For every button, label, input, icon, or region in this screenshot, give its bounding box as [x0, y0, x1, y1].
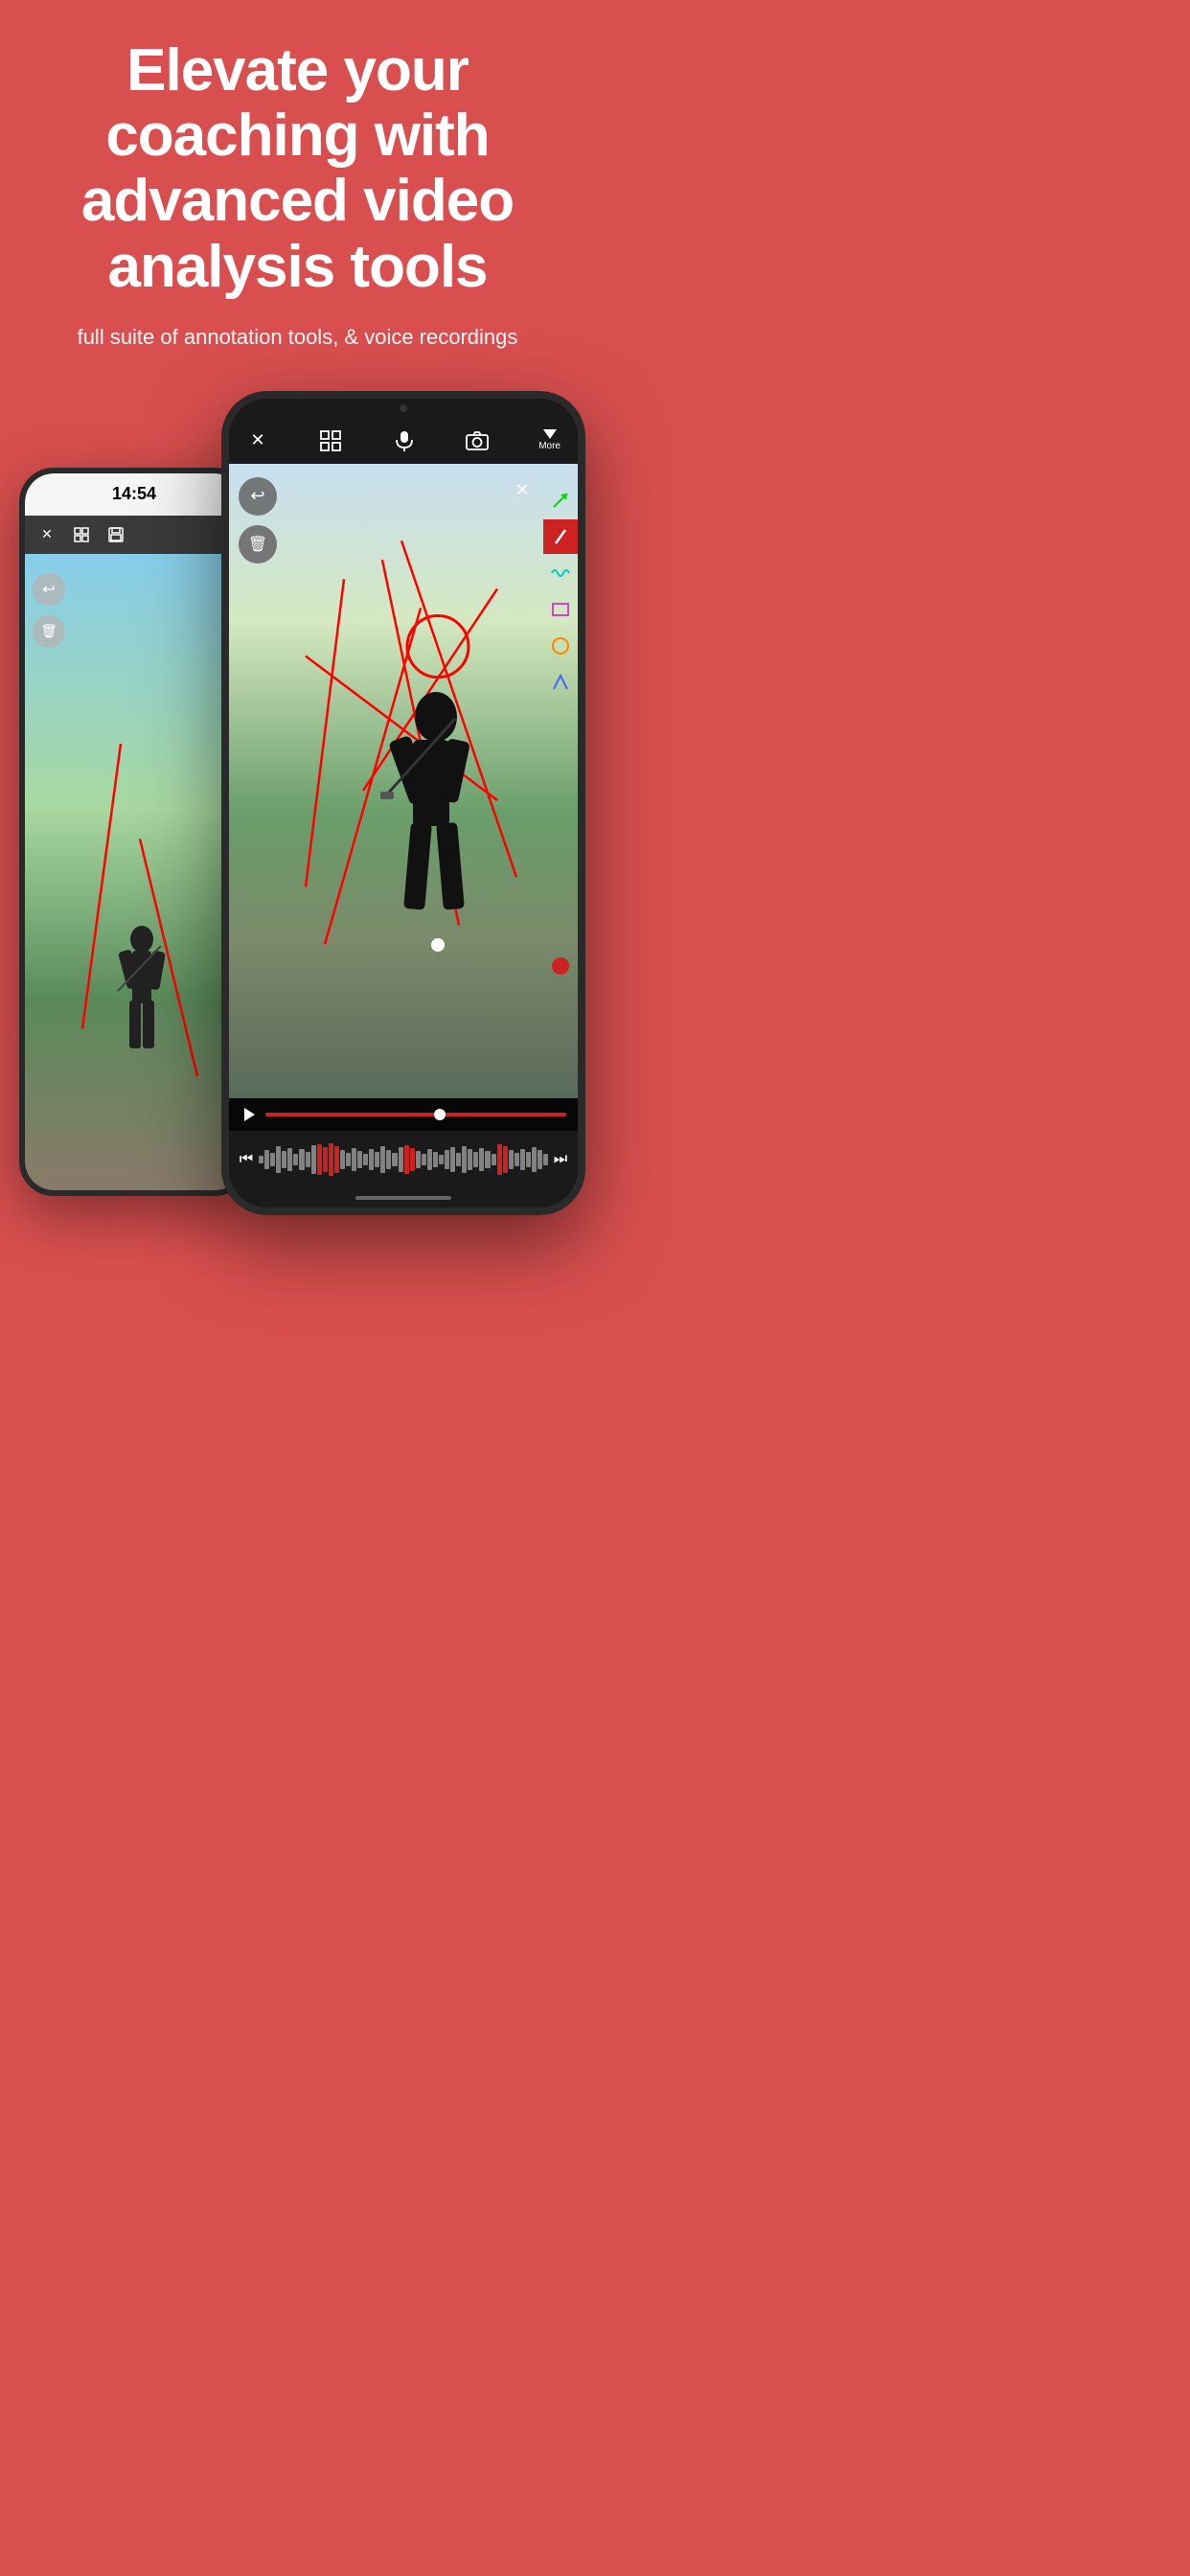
page-wrapper: Elevate your coaching with advanced vide… [0, 0, 595, 1288]
video-controls [229, 1098, 578, 1131]
arrow-tool[interactable] [543, 483, 578, 518]
front-toolbar: ✕ [229, 418, 578, 464]
hero-title: Elevate your coaching with advanced vide… [38, 38, 557, 300]
home-line [355, 1196, 451, 1200]
progress-thumb[interactable] [434, 1109, 446, 1120]
skip-forward-button[interactable]: ⏭ [551, 1151, 570, 1168]
annotation-toolbar [543, 483, 578, 700]
back-delete-button[interactable]: 🗑 [33, 615, 65, 648]
home-indicator [229, 1188, 578, 1208]
front-camera-dot [400, 404, 407, 412]
front-mic-icon[interactable] [393, 430, 416, 451]
hero-section: Elevate your coaching with advanced vide… [0, 0, 595, 372]
rectangle-tool[interactable] [543, 592, 578, 627]
back-close-icon[interactable]: ✕ [36, 524, 57, 545]
back-time: 14:54 [112, 484, 156, 504]
waveform-bars [259, 1140, 548, 1179]
angle-tool[interactable] [543, 665, 578, 700]
front-close-icon[interactable]: ✕ [246, 430, 269, 450]
record-button[interactable] [543, 949, 578, 983]
front-video-area: ↩ 🗑 ✕ [229, 464, 578, 1098]
waveform-area: ⏮ [229, 1131, 578, 1188]
play-button[interactable] [240, 1106, 258, 1123]
front-video-close[interactable]: ✕ [509, 477, 536, 504]
more-label-text: More [538, 441, 561, 451]
back-toolbar: ✕ [25, 516, 243, 554]
front-delete-button[interactable]: 🗑 [239, 525, 277, 564]
phone-back: 14:54 ✕ [19, 468, 249, 1196]
phones-container: 14:54 ✕ [0, 391, 595, 1234]
front-camera-icon[interactable] [466, 431, 489, 450]
hero-subtitle: full suite of annotation tools, & voice … [38, 323, 557, 353]
back-status-bar: 14:54 [25, 473, 243, 516]
front-undo-button[interactable]: ↩ [239, 477, 277, 516]
back-save-icon[interactable] [105, 524, 126, 545]
progress-bar[interactable] [265, 1113, 566, 1116]
skip-back-button[interactable]: ⏮ [237, 1151, 256, 1168]
pen-tool[interactable] [543, 519, 578, 554]
more-button[interactable]: More [538, 429, 561, 451]
back-undo-button[interactable]: ↩ [33, 573, 65, 606]
back-video-area: ↩ 🗑 [25, 554, 243, 1190]
wave-tool[interactable] [543, 556, 578, 590]
front-grid-icon[interactable] [319, 430, 342, 451]
circle-tool[interactable] [543, 629, 578, 663]
back-grid-icon[interactable] [71, 524, 92, 545]
front-notch [229, 399, 578, 418]
phone-front: ✕ [221, 391, 585, 1215]
